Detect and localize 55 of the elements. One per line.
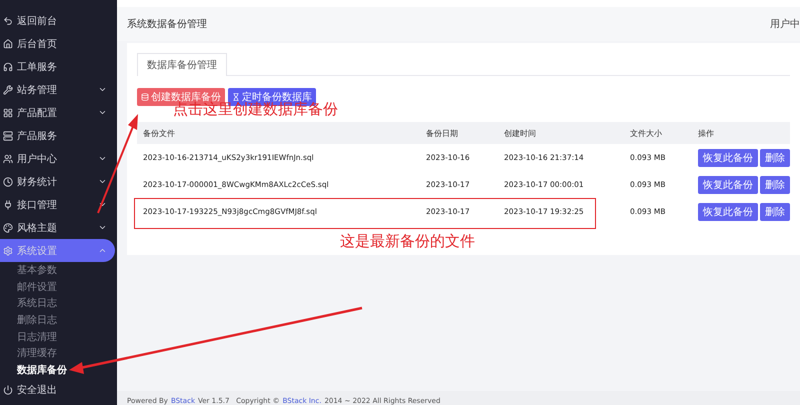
- menu-icon: [3, 246, 13, 256]
- sidebar-item[interactable]: 站务管理: [0, 78, 115, 101]
- delete-button[interactable]: 删除: [760, 202, 790, 220]
- column-header: 备份文件: [142, 128, 176, 138]
- chevron-down-icon: [98, 85, 107, 94]
- menu-icon: [3, 176, 13, 186]
- sidebar-item[interactable]: 风格主题: [0, 216, 115, 239]
- sidebar-item[interactable]: 用户中心: [0, 147, 115, 170]
- submenu-item[interactable]: 日志清理: [0, 328, 117, 345]
- submenu-item[interactable]: 系统日志: [0, 295, 117, 312]
- sidebar-item[interactable]: 工单服务: [0, 55, 115, 78]
- menu-icon: [3, 38, 13, 48]
- sidebar-item[interactable]: 接口管理: [0, 193, 115, 216]
- restore-button[interactable]: 恢复此备份: [698, 176, 758, 194]
- user-menu[interactable]: 用户中: [770, 17, 800, 31]
- page-title: 系统数据备份管理: [127, 18, 207, 31]
- chevron-down-icon: [98, 223, 107, 232]
- menu-icon: [3, 16, 13, 26]
- sidebar-item[interactable]: 财务统计: [0, 170, 115, 193]
- sidebar-item[interactable]: 产品服务: [0, 124, 115, 147]
- database-icon: [141, 93, 149, 101]
- sidebar-item[interactable]: 系统设置: [0, 239, 115, 262]
- chevron-down-icon: [98, 177, 107, 186]
- column-header: 备份日期: [425, 128, 459, 138]
- menu-icon: [3, 154, 13, 164]
- column-header: 操作: [697, 128, 715, 138]
- submenu-item[interactable]: 基本参数: [0, 262, 117, 279]
- submenu-item[interactable]: 删除日志: [0, 312, 117, 328]
- column-header: 创建时间: [503, 128, 537, 138]
- menu-icon: [3, 108, 13, 118]
- column-header: 文件大小: [629, 128, 663, 138]
- sidebar-item[interactable]: 返回前台: [0, 9, 115, 32]
- menu-icon: [3, 384, 13, 395]
- sidebar-item[interactable]: 后台首页: [0, 32, 115, 55]
- chevron-up-icon: [98, 246, 107, 255]
- delete-button[interactable]: 删除: [760, 148, 790, 166]
- restore-button[interactable]: 恢复此备份: [698, 202, 758, 220]
- sidebar-item[interactable]: 产品配置: [0, 101, 115, 124]
- menu-icon: [3, 62, 13, 72]
- submenu-item[interactable]: 清理缓存: [0, 344, 117, 362]
- menu-icon: [3, 84, 13, 94]
- submenu-item[interactable]: 邮件设置: [0, 278, 117, 296]
- sidebar-item[interactable]: 安全退出: [0, 378, 115, 402]
- annotation-text: 这是最新备份的文件: [340, 232, 475, 251]
- delete-button[interactable]: 删除: [760, 176, 790, 194]
- menu-icon: [3, 200, 13, 210]
- restore-button[interactable]: 恢复此备份: [698, 148, 758, 166]
- chevron-down-icon: [98, 154, 107, 163]
- chevron-down-icon: [98, 200, 107, 209]
- hourglass-icon: [232, 93, 240, 101]
- submenu-item[interactable]: 数据库备份: [0, 362, 117, 378]
- chevron-down-icon: [98, 108, 107, 117]
- menu-icon: [3, 130, 13, 140]
- menu-icon: [3, 222, 13, 232]
- tab[interactable]: 数据库备份管理: [137, 53, 227, 76]
